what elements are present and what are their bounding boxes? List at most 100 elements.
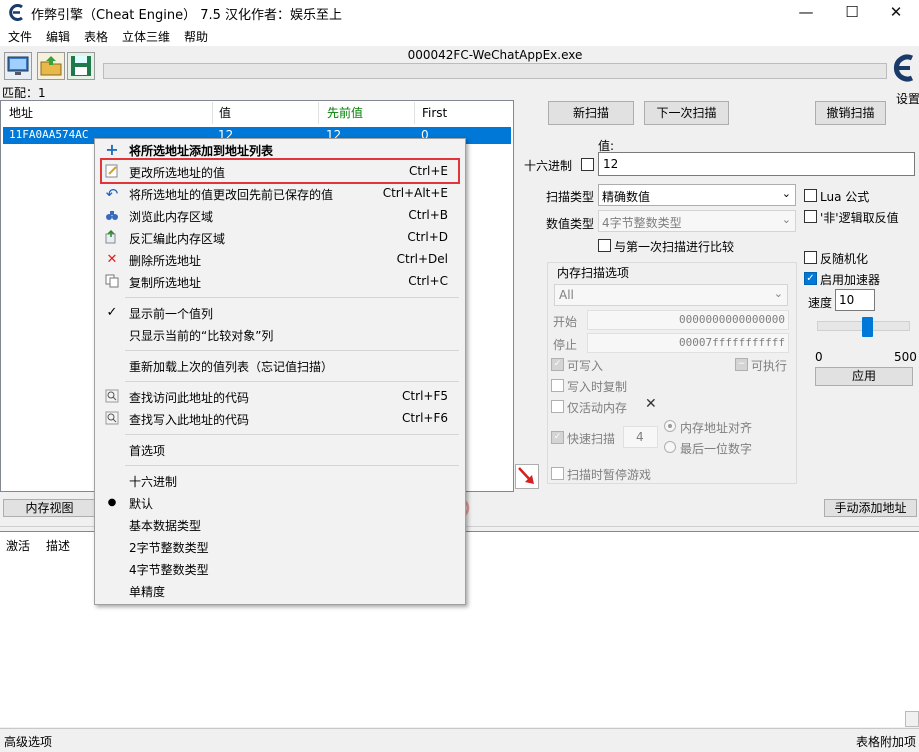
hex-checkbox[interactable] <box>581 158 594 171</box>
speed-label: 速度 <box>808 296 833 310</box>
undo-scan-button[interactable]: 撤销扫描 <box>815 101 886 125</box>
scan-type-value: 精确数值 <box>602 190 651 204</box>
next-scan-button[interactable]: 下一次扫描 <box>644 101 729 125</box>
menu-item-label: 反汇编此内存区域 <box>129 232 226 246</box>
speed-input[interactable]: 10 <box>835 289 875 311</box>
table-extras-link[interactable]: 表格附加项 <box>856 733 916 750</box>
menu-3d[interactable]: 立体三维 <box>122 28 170 45</box>
no-random-checkbox[interactable] <box>804 251 817 264</box>
select-process-button[interactable] <box>4 52 32 80</box>
highlight-box <box>100 158 460 184</box>
menu-separator <box>125 465 459 466</box>
menu-item-delete[interactable]: ✕ 删除所选地址 Ctrl+Del <box>96 249 464 271</box>
chevron-down-icon: ⌄ <box>781 213 791 226</box>
settings-label[interactable]: 设置 <box>896 90 919 107</box>
copy-on-write-checkbox[interactable] <box>551 379 564 392</box>
copy-icon <box>104 274 120 290</box>
menu-item-restore-value[interactable]: ↶ 将所选地址的值更改回先前已保存的值 Ctrl+Alt+E <box>96 183 464 205</box>
not-logic-label: '非'逻辑取反值 <box>820 211 899 225</box>
save-button[interactable] <box>67 52 95 80</box>
close-x-icon[interactable]: ✕ <box>645 396 657 412</box>
menu-item-label: 4字节整数类型 <box>129 563 209 577</box>
window-title: 作弊引擎（Cheat Engine） 7.5 汉化作者：娱乐至上 <box>31 8 343 23</box>
menu-item-label: 十六进制 <box>129 475 178 489</box>
menu-item-show-compare[interactable]: 只显示当前的“比较对象”列 <box>96 324 464 346</box>
menu-item-label: 重新加载上次的值列表（忘记值扫描） <box>129 360 334 374</box>
menu-item-reload-values[interactable]: 重新加载上次的值列表（忘记值扫描） <box>96 355 464 377</box>
new-scan-button[interactable]: 新扫描 <box>548 101 634 125</box>
menu-item-shortcut: Ctrl+F6 <box>402 411 448 425</box>
not-logic-checkbox[interactable] <box>804 210 817 223</box>
column-first[interactable]: First <box>422 102 512 124</box>
menu-item-basic-types[interactable]: 基本数据类型 <box>96 514 464 536</box>
add-address-manually-button[interactable]: 手动添加地址 <box>824 499 917 517</box>
open-file-button[interactable] <box>37 52 65 80</box>
align-address-radio[interactable] <box>664 420 676 432</box>
menu-edit[interactable]: 编辑 <box>46 28 70 45</box>
menu-separator <box>125 297 459 298</box>
menu-item-show-previous[interactable]: ✓ 显示前一个值列 <box>96 302 464 324</box>
menu-item-2byte[interactable]: 2字节整数类型 <box>96 536 464 558</box>
add-to-list-arrow-button[interactable] <box>515 464 539 489</box>
memory-view-button[interactable]: 内存视图 <box>3 499 96 517</box>
slider-max: 500 <box>894 350 917 364</box>
scan-progress-bar <box>103 63 887 79</box>
maximize-button[interactable]: ☐ <box>829 0 875 26</box>
speed-slider-thumb[interactable] <box>862 317 873 337</box>
last-digits-radio[interactable] <box>664 441 676 453</box>
writable-checkbox[interactable]: ✓ <box>551 358 564 371</box>
minimize-button[interactable]: — <box>783 0 829 26</box>
column-address[interactable]: 地址 <box>9 102 213 124</box>
value-type-label: 数值类型 <box>546 217 595 231</box>
last-digits-label: 最后一位数字 <box>680 442 753 456</box>
advanced-options-link[interactable]: 高级选项 <box>4 733 52 750</box>
speedhack-checkbox[interactable]: ✓ <box>804 272 817 285</box>
settings-logo-button[interactable] <box>890 52 918 84</box>
memory-region-select[interactable]: All ⌄ <box>554 284 788 306</box>
column-description[interactable]: 描述 <box>46 537 70 554</box>
stop-label: 停止 <box>553 338 578 352</box>
cheat-engine-logo-icon <box>8 4 25 21</box>
menu-item-hexadecimal[interactable]: 十六进制 <box>96 470 464 492</box>
menu-help[interactable]: 帮助 <box>184 28 208 45</box>
column-active[interactable]: 激活 <box>6 537 30 554</box>
menu-item-default[interactable]: ● 默认 <box>96 492 464 514</box>
menu-item-copy[interactable]: 复制所选地址 Ctrl+C <box>96 271 464 293</box>
close-button[interactable]: ✕ <box>873 0 919 26</box>
scan-type-select[interactable]: 精确数值 ⌄ <box>598 184 796 206</box>
column-value[interactable]: 值 <box>219 102 319 124</box>
menu-item-find-access[interactable]: 查找访问此地址的代码 Ctrl+F5 <box>96 386 464 408</box>
find-access-icon <box>104 389 120 405</box>
menu-item-label: 将所选地址添加到地址列表 <box>129 144 274 158</box>
menu-item-preferences[interactable]: 首选项 <box>96 439 464 461</box>
fast-scan-value: 4 <box>636 430 644 444</box>
menu-item-shortcut: Ctrl+Del <box>396 252 448 266</box>
menu-file[interactable]: 文件 <box>8 28 32 45</box>
menu-item-browse-memory[interactable]: 浏览此内存区域 Ctrl+B <box>96 205 464 227</box>
menu-table[interactable]: 表格 <box>84 28 108 45</box>
column-previous[interactable]: 先前值 <box>327 102 415 124</box>
fast-scan-input[interactable]: 4 <box>623 426 658 448</box>
delete-icon: ✕ <box>106 252 118 267</box>
compare-first-checkbox[interactable] <box>598 239 611 252</box>
menu-item-float[interactable]: 单精度 <box>96 580 464 602</box>
value-type-select[interactable]: 4字节整数类型 ⌄ <box>598 210 796 232</box>
executable-checkbox[interactable]: − <box>735 358 748 371</box>
lua-formula-checkbox[interactable] <box>804 189 817 202</box>
process-name: 000042FC-WeChatAppEx.exe <box>407 48 583 62</box>
fast-scan-checkbox[interactable]: ✓ <box>551 431 564 444</box>
active-memory-checkbox[interactable] <box>551 400 564 413</box>
resize-grip[interactable] <box>905 711 919 727</box>
value-input[interactable]: 12 <box>598 152 915 176</box>
compare-first-label: 与第一次扫描进行比较 <box>614 240 735 254</box>
apply-button[interactable]: 应用 <box>815 367 913 386</box>
menu-item-find-write[interactable]: 查找写入此地址的代码 Ctrl+F6 <box>96 408 464 430</box>
menu-item-label: 查找写入此地址的代码 <box>129 413 250 427</box>
pause-game-checkbox[interactable] <box>551 467 564 480</box>
title-bar: 作弊引擎（Cheat Engine） 7.5 汉化作者：娱乐至上 — ☐ ✕ <box>0 0 919 26</box>
match-count: 匹配：1 <box>2 84 46 101</box>
stop-address-input[interactable]: 00007fffffffffff <box>587 333 789 353</box>
start-address-input[interactable]: 0000000000000000 <box>587 310 789 330</box>
menu-item-4byte[interactable]: 4字节整数类型 <box>96 558 464 580</box>
menu-item-disassemble[interactable]: 反汇编此内存区域 Ctrl+D <box>96 227 464 249</box>
